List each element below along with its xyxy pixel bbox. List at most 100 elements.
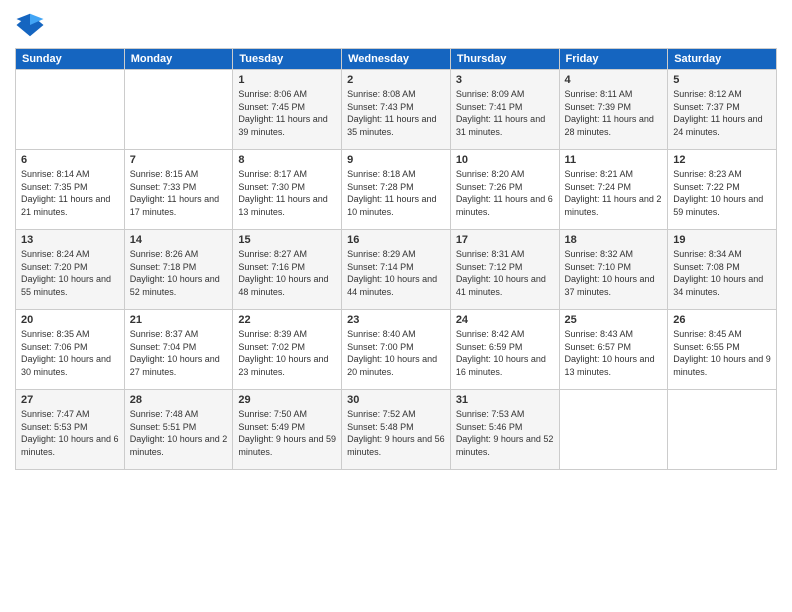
- day-number: 11: [565, 154, 663, 166]
- calendar-cell: 16 Sunrise: 8:29 AM Sunset: 7:14 PM Dayli…: [342, 230, 451, 310]
- day-info: Sunrise: 8:20 AM Sunset: 7:26 PM Dayligh…: [456, 168, 554, 218]
- day-info: Sunrise: 8:06 AM Sunset: 7:45 PM Dayligh…: [238, 88, 336, 138]
- day-info: Sunrise: 7:53 AM Sunset: 5:46 PM Dayligh…: [456, 408, 554, 458]
- logo-icon: [15, 10, 45, 40]
- day-info: Sunrise: 8:45 AM Sunset: 6:55 PM Dayligh…: [673, 328, 771, 378]
- week-row: 27Sunrise: 7:47 AM Sunset: 5:53 PM Dayli…: [16, 390, 777, 470]
- day-number: 18: [565, 234, 663, 246]
- day-number: 1: [238, 74, 336, 86]
- day-info: Sunrise: 8:32 AM Sunset: 7:10 PM Dayligh…: [565, 248, 663, 298]
- day-number: 31: [456, 394, 554, 406]
- day-number: 21: [130, 314, 228, 326]
- calendar-cell: 25 Sunrise: 8:43 AM Sunset: 6:57 PM Dayli…: [559, 310, 668, 390]
- calendar-cell: 10 Sunrise: 8:20 AM Sunset: 7:26 PM Dayli…: [450, 150, 559, 230]
- calendar-cell: 31 Sunrise: 7:53 AM Sunset: 5:46 PM Dayli…: [450, 390, 559, 470]
- weekday-header: Sunday: [16, 49, 125, 70]
- day-info: Sunrise: 7:50 AM Sunset: 5:49 PM Dayligh…: [238, 408, 336, 458]
- day-number: 16: [347, 234, 445, 246]
- calendar-cell: 27Sunrise: 7:47 AM Sunset: 5:53 PM Dayli…: [16, 390, 125, 470]
- day-number: 22: [238, 314, 336, 326]
- day-info: Sunrise: 8:42 AM Sunset: 6:59 PM Dayligh…: [456, 328, 554, 378]
- day-info: Sunrise: 8:12 AM Sunset: 7:37 PM Dayligh…: [673, 88, 771, 138]
- day-info: Sunrise: 8:37 AM Sunset: 7:04 PM Dayligh…: [130, 328, 228, 378]
- week-row: 20Sunrise: 8:35 AM Sunset: 7:06 PM Dayli…: [16, 310, 777, 390]
- day-number: 8: [238, 154, 336, 166]
- weekday-header: Thursday: [450, 49, 559, 70]
- calendar-cell: 9 Sunrise: 8:18 AM Sunset: 7:28 PM Daylig…: [342, 150, 451, 230]
- day-info: Sunrise: 7:47 AM Sunset: 5:53 PM Dayligh…: [21, 408, 119, 458]
- day-number: 2: [347, 74, 445, 86]
- calendar-cell: 18 Sunrise: 8:32 AM Sunset: 7:10 PM Dayli…: [559, 230, 668, 310]
- calendar-cell: [559, 390, 668, 470]
- calendar-cell: 3 Sunrise: 8:09 AM Sunset: 7:41 PM Daylig…: [450, 70, 559, 150]
- day-info: Sunrise: 8:23 AM Sunset: 7:22 PM Dayligh…: [673, 168, 771, 218]
- calendar-cell: 12 Sunrise: 8:23 AM Sunset: 7:22 PM Dayli…: [668, 150, 777, 230]
- day-number: 24: [456, 314, 554, 326]
- calendar-cell: 29Sunrise: 7:50 AM Sunset: 5:49 PM Dayli…: [233, 390, 342, 470]
- week-row: 13 Sunrise: 8:24 AM Sunset: 7:20 PM Dayli…: [16, 230, 777, 310]
- day-number: 25: [565, 314, 663, 326]
- day-info: Sunrise: 8:11 AM Sunset: 7:39 PM Dayligh…: [565, 88, 663, 138]
- day-info: Sunrise: 8:40 AM Sunset: 7:00 PM Dayligh…: [347, 328, 445, 378]
- calendar-cell: 20Sunrise: 8:35 AM Sunset: 7:06 PM Dayli…: [16, 310, 125, 390]
- calendar-cell: 19Sunrise: 8:34 AM Sunset: 7:08 PM Dayli…: [668, 230, 777, 310]
- day-info: Sunrise: 8:14 AM Sunset: 7:35 PM Dayligh…: [21, 168, 119, 218]
- day-number: 12: [673, 154, 771, 166]
- calendar-cell: 7Sunrise: 8:15 AM Sunset: 7:33 PM Daylig…: [124, 150, 233, 230]
- day-number: 28: [130, 394, 228, 406]
- day-number: 23: [347, 314, 445, 326]
- week-row: 1 Sunrise: 8:06 AM Sunset: 7:45 PM Daylig…: [16, 70, 777, 150]
- day-number: 15: [238, 234, 336, 246]
- day-info: Sunrise: 8:08 AM Sunset: 7:43 PM Dayligh…: [347, 88, 445, 138]
- day-info: Sunrise: 8:31 AM Sunset: 7:12 PM Dayligh…: [456, 248, 554, 298]
- calendar-cell: 23 Sunrise: 8:40 AM Sunset: 7:00 PM Dayli…: [342, 310, 451, 390]
- calendar-cell: 17Sunrise: 8:31 AM Sunset: 7:12 PM Dayli…: [450, 230, 559, 310]
- day-info: Sunrise: 8:39 AM Sunset: 7:02 PM Dayligh…: [238, 328, 336, 378]
- day-number: 30: [347, 394, 445, 406]
- day-number: 9: [347, 154, 445, 166]
- calendar: SundayMondayTuesdayWednesdayThursdayFrid…: [15, 48, 777, 470]
- calendar-cell: 15 Sunrise: 8:27 AM Sunset: 7:16 PM Dayli…: [233, 230, 342, 310]
- calendar-cell: 1 Sunrise: 8:06 AM Sunset: 7:45 PM Daylig…: [233, 70, 342, 150]
- page: SundayMondayTuesdayWednesdayThursdayFrid…: [0, 0, 792, 612]
- day-info: Sunrise: 8:29 AM Sunset: 7:14 PM Dayligh…: [347, 248, 445, 298]
- calendar-cell: 13 Sunrise: 8:24 AM Sunset: 7:20 PM Dayli…: [16, 230, 125, 310]
- day-info: Sunrise: 8:18 AM Sunset: 7:28 PM Dayligh…: [347, 168, 445, 218]
- weekday-header: Tuesday: [233, 49, 342, 70]
- day-info: Sunrise: 8:09 AM Sunset: 7:41 PM Dayligh…: [456, 88, 554, 138]
- calendar-cell: [668, 390, 777, 470]
- header: [15, 10, 777, 40]
- calendar-cell: 6 Sunrise: 8:14 AM Sunset: 7:35 PM Daylig…: [16, 150, 125, 230]
- weekday-header: Friday: [559, 49, 668, 70]
- day-info: Sunrise: 8:15 AM Sunset: 7:33 PM Dayligh…: [130, 168, 228, 218]
- calendar-cell: [124, 70, 233, 150]
- day-number: 10: [456, 154, 554, 166]
- weekday-header: Saturday: [668, 49, 777, 70]
- day-info: Sunrise: 8:43 AM Sunset: 6:57 PM Dayligh…: [565, 328, 663, 378]
- day-info: Sunrise: 8:34 AM Sunset: 7:08 PM Dayligh…: [673, 248, 771, 298]
- calendar-cell: 21 Sunrise: 8:37 AM Sunset: 7:04 PM Dayli…: [124, 310, 233, 390]
- calendar-cell: 14 Sunrise: 8:26 AM Sunset: 7:18 PM Dayli…: [124, 230, 233, 310]
- day-info: Sunrise: 8:24 AM Sunset: 7:20 PM Dayligh…: [21, 248, 119, 298]
- weekday-header: Monday: [124, 49, 233, 70]
- day-info: Sunrise: 7:52 AM Sunset: 5:48 PM Dayligh…: [347, 408, 445, 458]
- day-info: Sunrise: 7:48 AM Sunset: 5:51 PM Dayligh…: [130, 408, 228, 458]
- calendar-cell: 22 Sunrise: 8:39 AM Sunset: 7:02 PM Dayli…: [233, 310, 342, 390]
- day-number: 6: [21, 154, 119, 166]
- day-number: 13: [21, 234, 119, 246]
- day-number: 14: [130, 234, 228, 246]
- day-info: Sunrise: 8:26 AM Sunset: 7:18 PM Dayligh…: [130, 248, 228, 298]
- day-number: 4: [565, 74, 663, 86]
- logo: [15, 10, 49, 40]
- calendar-cell: 2 Sunrise: 8:08 AM Sunset: 7:43 PM Daylig…: [342, 70, 451, 150]
- weekday-header: Wednesday: [342, 49, 451, 70]
- calendar-cell: 24 Sunrise: 8:42 AM Sunset: 6:59 PM Dayli…: [450, 310, 559, 390]
- calendar-cell: 5Sunrise: 8:12 AM Sunset: 7:37 PM Daylig…: [668, 70, 777, 150]
- calendar-cell: 8 Sunrise: 8:17 AM Sunset: 7:30 PM Daylig…: [233, 150, 342, 230]
- day-info: Sunrise: 8:17 AM Sunset: 7:30 PM Dayligh…: [238, 168, 336, 218]
- calendar-cell: 30 Sunrise: 7:52 AM Sunset: 5:48 PM Dayli…: [342, 390, 451, 470]
- day-number: 3: [456, 74, 554, 86]
- day-number: 20: [21, 314, 119, 326]
- day-number: 26: [673, 314, 771, 326]
- day-info: Sunrise: 8:27 AM Sunset: 7:16 PM Dayligh…: [238, 248, 336, 298]
